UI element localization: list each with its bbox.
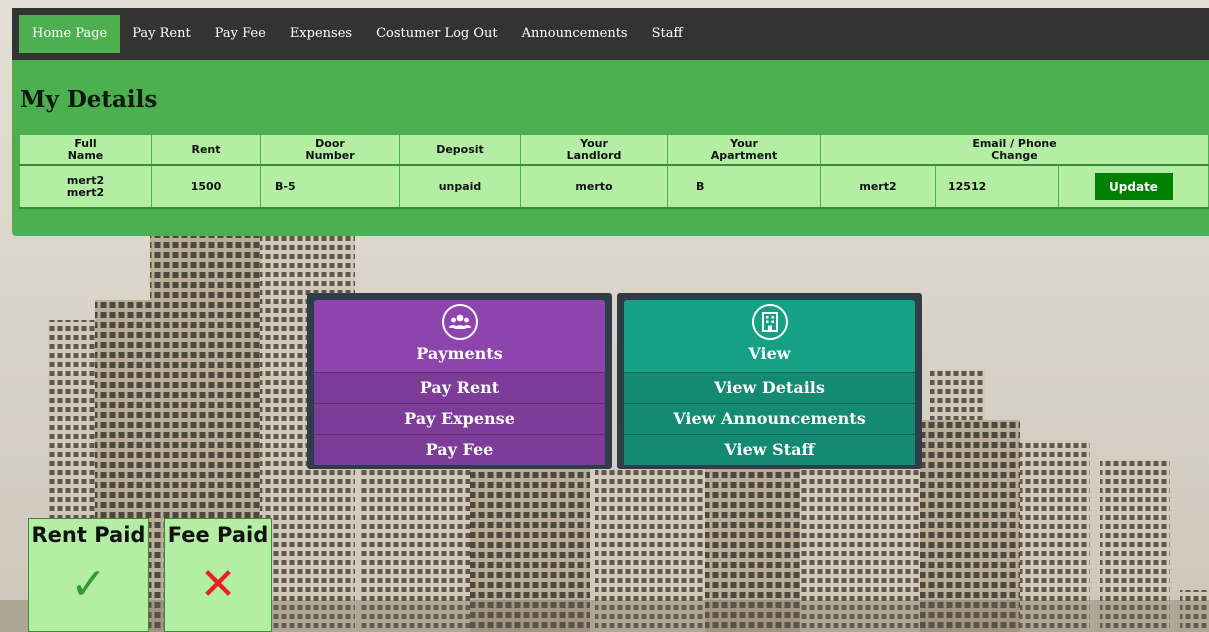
main-nav-bar: Home Page Pay Rent Pay Fee Expenses Cost… [12, 8, 1209, 60]
payments-menu-header[interactable]: Payments [314, 300, 605, 372]
menu-pay-rent[interactable]: Pay Rent [314, 372, 605, 403]
rent-paid-label: Rent Paid [31, 523, 146, 547]
cell-phone: 12512 [935, 164, 1059, 209]
page-title: My Details [20, 86, 158, 113]
fee-paid-status: Fee Paid ✕ [164, 518, 272, 632]
cell-door-number: B-5 [260, 164, 400, 209]
header-your-landlord: Your Landlord [520, 134, 668, 166]
nav-announcements[interactable]: Announcements [510, 15, 640, 53]
table-row: mert2 mert2 1500 B-5 unpaid merto B mert2… [19, 164, 1209, 209]
nav-pay-fee[interactable]: Pay Fee [203, 15, 278, 53]
header-door-number: Door Number [260, 134, 400, 166]
header-rent: Rent [151, 134, 261, 166]
fee-paid-label: Fee Paid [167, 523, 269, 547]
nav-pay-rent[interactable]: Pay Rent [120, 15, 202, 53]
rent-paid-status: Rent Paid ✓ [28, 518, 149, 632]
menu-view-staff[interactable]: View Staff [624, 434, 915, 465]
cell-update: Update [1058, 164, 1209, 209]
details-table: Full Name Rent Door Number Deposit Your Lan… [19, 134, 1209, 209]
building-icon [751, 304, 788, 340]
cell-full-name: mert2 mert2 [19, 164, 152, 209]
header-your-apartment: Your Apartment [667, 134, 821, 166]
cell-apartment: B [667, 164, 821, 209]
nav-expenses[interactable]: Expenses [278, 15, 364, 53]
users-icon [441, 304, 478, 340]
cell-rent: 1500 [151, 164, 261, 209]
cell-email: mert2 [820, 164, 936, 209]
table-header-row: Full Name Rent Door Number Deposit Your Lan… [19, 134, 1209, 166]
header-deposit: Deposit [399, 134, 521, 166]
cell-landlord: merto [520, 164, 668, 209]
menu-view-announcements[interactable]: View Announcements [624, 403, 915, 434]
menu-view-details[interactable]: View Details [624, 372, 915, 403]
view-menu: View View Details View Announcements Vie… [617, 293, 922, 469]
check-icon: ✓ [70, 559, 107, 610]
view-menu-header[interactable]: View [624, 300, 915, 372]
header-email-phone-change: Email / Phone Change [820, 134, 1209, 166]
cross-icon: ✕ [199, 559, 237, 610]
view-menu-title: View [748, 344, 791, 363]
payments-menu: Payments Pay Rent Pay Expense Pay Fee [307, 293, 612, 469]
menu-pay-expense[interactable]: Pay Expense [314, 403, 605, 434]
update-button[interactable]: Update [1094, 173, 1173, 200]
payments-menu-title: Payments [416, 344, 503, 363]
my-details-panel: My Details Full Name Rent Door Number Depo… [12, 60, 1209, 236]
nav-staff[interactable]: Staff [640, 15, 695, 53]
nav-costumer-log-out[interactable]: Costumer Log Out [364, 15, 510, 53]
header-full-name: Full Name [19, 134, 152, 166]
nav-home-page[interactable]: Home Page [19, 15, 121, 53]
cell-deposit: unpaid [399, 164, 521, 209]
menu-pay-fee[interactable]: Pay Fee [314, 434, 605, 465]
